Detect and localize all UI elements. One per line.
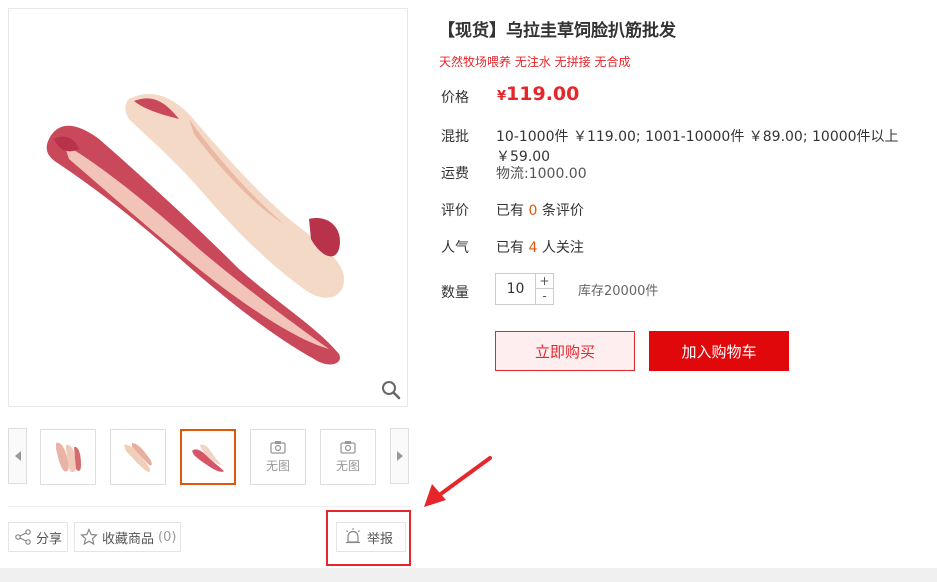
divider <box>8 506 410 507</box>
product-title: 【现货】乌拉圭草饲脸扒筋批发 <box>438 21 676 41</box>
annotation-arrow <box>424 456 492 507</box>
popularity-prefix: 已有 <box>496 240 524 256</box>
reviews-suffix: 条评价 <box>541 203 584 219</box>
zoom-icon[interactable] <box>381 380 401 400</box>
thumbnail-image <box>56 442 81 473</box>
add-to-cart-button[interactable]: 加入购物车 <box>649 331 789 371</box>
price-label: 价格 <box>441 90 469 106</box>
popularity-value: 已有 4 人关注 <box>496 237 584 257</box>
thumbnail-5-no-image[interactable]: 无图 <box>320 429 376 485</box>
share-label: 分享 <box>36 531 63 547</box>
favorite-button[interactable]: 收藏商品 (0) <box>74 522 181 552</box>
price-amount: 119.00 <box>506 83 580 105</box>
quantity-label: 数量 <box>441 285 469 301</box>
quantity-input[interactable] <box>496 274 535 304</box>
product-photo <box>46 94 344 365</box>
thumbnail-1[interactable] <box>40 429 96 485</box>
thumbnail-2[interactable] <box>110 429 166 485</box>
favorite-count: (0) <box>158 529 177 545</box>
reviews-count[interactable]: 0 <box>528 203 537 219</box>
currency-symbol: ¥ <box>497 89 507 104</box>
thumbnail-image <box>192 444 224 472</box>
stock-count: 库存20000件 <box>578 284 659 299</box>
chevron-left-icon <box>14 451 21 461</box>
reviews-prefix: 已有 <box>496 203 524 219</box>
bottom-strip <box>0 568 937 582</box>
share-button[interactable]: 分享 <box>8 522 68 552</box>
chevron-right-icon <box>396 451 403 461</box>
thumb-prev-button[interactable] <box>8 428 27 484</box>
quantity-stepper: + - <box>495 273 554 305</box>
no-image-label: 无图 <box>335 459 360 473</box>
highlight-box <box>326 510 411 566</box>
thumbnail-strip: 无图 无图 <box>8 428 410 486</box>
popularity-label: 人气 <box>441 240 469 256</box>
favorite-label: 收藏商品 <box>102 531 155 547</box>
star-icon <box>80 528 98 546</box>
reviews-value: 已有 0 条评价 <box>496 200 584 220</box>
no-image-label: 无图 <box>265 459 290 473</box>
camera-icon <box>270 441 286 454</box>
popularity-count: 4 <box>528 240 538 256</box>
buy-now-button[interactable]: 立即购买 <box>495 331 635 371</box>
wholesale-value: 10-1000件 ￥119.00; 1001-10000件 ￥89.00; 10… <box>496 129 899 165</box>
quantity-decrease-button[interactable]: - <box>535 289 553 304</box>
shipping-value: 物流:1000.00 <box>496 166 587 182</box>
thumb-next-button[interactable] <box>390 428 409 484</box>
thumbnail-image <box>124 443 152 472</box>
thumbnail-4-no-image[interactable]: 无图 <box>250 429 306 485</box>
popularity-suffix: 人关注 <box>541 240 584 256</box>
shipping-label: 运费 <box>441 166 469 182</box>
product-subtitle: 天然牧场喂养 无注水 无拼接 无合成 <box>439 55 631 69</box>
camera-icon <box>340 441 356 454</box>
reviews-label: 评价 <box>441 203 469 219</box>
share-icon <box>15 529 31 545</box>
quantity-increase-button[interactable]: + <box>535 274 553 289</box>
thumbnail-3[interactable] <box>180 429 236 485</box>
wholesale-label: 混批 <box>441 129 469 145</box>
main-product-image[interactable] <box>8 8 408 407</box>
price-value: ¥119.00 <box>497 83 579 105</box>
